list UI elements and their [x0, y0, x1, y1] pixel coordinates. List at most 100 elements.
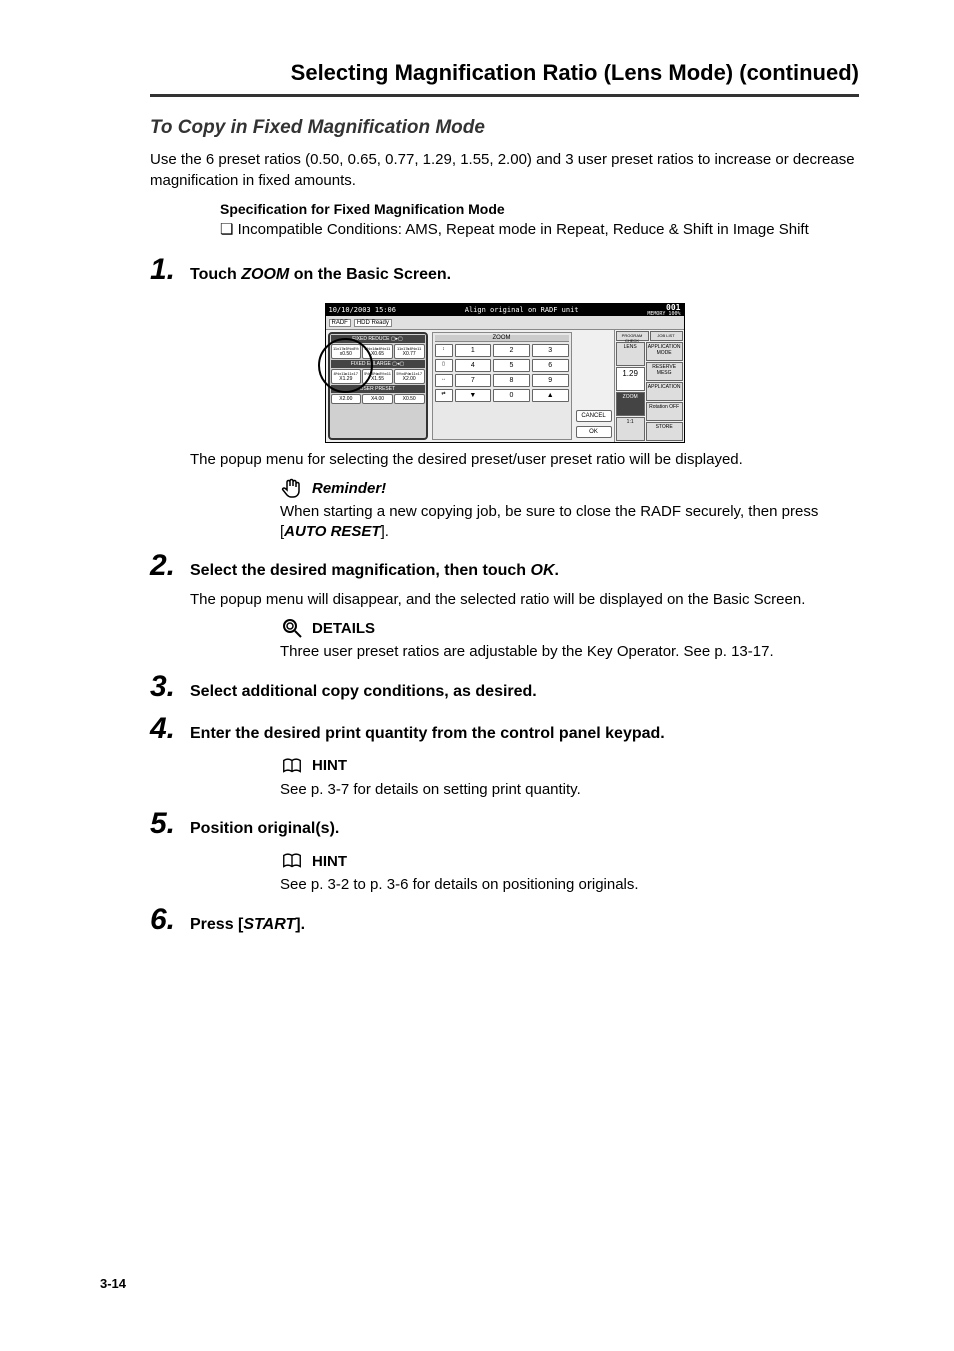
- step-text-post: .: [555, 562, 559, 579]
- step-4: 4. Enter the desired print quantity from…: [150, 712, 859, 746]
- page-number: 3-14: [100, 1276, 126, 1291]
- details-callout: DETAILS Three user preset ratios are adj…: [280, 616, 859, 662]
- step-1: 1. Touch ZOOM on the Basic Screen.: [150, 253, 859, 287]
- link-toggle-icon[interactable]: ⇄: [435, 389, 453, 402]
- step-5: 5. Position original(s).: [150, 807, 859, 841]
- step-text: Enter the desired print quantity from th…: [190, 725, 665, 743]
- horiz-toggle-icon[interactable]: ↔: [435, 374, 453, 387]
- fixed-reduce-title: FIXED REDUCE ▢▸▢: [331, 335, 425, 343]
- key-7[interactable]: 7: [455, 374, 492, 387]
- job-list-tab[interactable]: JOB LIST: [650, 331, 683, 341]
- key-9[interactable]: 9: [532, 374, 569, 387]
- value: x0.50: [332, 351, 361, 357]
- step-number: 1.: [150, 253, 190, 287]
- hint-text: See p. 3-2 to p. 3-6 for details on posi…: [280, 875, 859, 895]
- step-number: 2.: [150, 549, 190, 583]
- section-subtitle: To Copy in Fixed Magnification Mode: [150, 117, 859, 139]
- reminder-title: Reminder!: [312, 480, 386, 497]
- key-up[interactable]: ▲: [532, 389, 569, 402]
- step-text-em: ZOOM: [241, 266, 289, 283]
- reduce-preset-1[interactable]: 11x17▸5½x8½x0.50: [331, 344, 362, 359]
- user-preset-3[interactable]: X0.50: [394, 394, 425, 404]
- key-3[interactable]: 3: [532, 344, 569, 357]
- step-number: 3.: [150, 670, 190, 704]
- step-number: 6.: [150, 903, 190, 937]
- hint-title: HINT: [312, 853, 347, 870]
- user-preset-title: USER PRESET: [331, 385, 425, 393]
- book-icon: [280, 754, 304, 778]
- ratio-preset-panel: FIXED REDUCE ▢▸▢ 11x17▸5½x8½x0.50 8½x14▸…: [328, 332, 428, 440]
- reminder-text-em: AUTO RESET: [284, 523, 380, 540]
- details-text: Three user preset ratios are adjustable …: [280, 642, 859, 662]
- key-8[interactable]: 8: [493, 374, 530, 387]
- step-2: 2. Select the desired magnification, the…: [150, 549, 859, 583]
- hint-title: HINT: [312, 757, 347, 774]
- key-0[interactable]: 0: [493, 389, 530, 402]
- value: X1.55: [363, 376, 392, 382]
- enlarge-preset-1[interactable]: 8½x11▸11x17X1.29: [331, 369, 362, 384]
- program-check-tab[interactable]: PROGRAM CHECK: [616, 331, 649, 341]
- ok-button[interactable]: OK: [576, 426, 612, 438]
- fixed-enlarge-title: FIXED ENLARGE ▢◂▢: [331, 360, 425, 368]
- cancel-button[interactable]: CANCEL: [576, 410, 612, 422]
- radf-status: RADF: [329, 319, 351, 327]
- step-text: Select the desired magnification, then t…: [190, 562, 559, 580]
- step-1-note: The popup menu for selecting the desired…: [190, 451, 859, 468]
- status-message: Align original on RADF unit: [465, 306, 579, 314]
- enlarge-preset-3[interactable]: 5½x8½▸11x17X2.00: [394, 369, 425, 384]
- key-5[interactable]: 5: [493, 359, 530, 372]
- zoom-mode-button[interactable]: ZOOM: [616, 392, 645, 416]
- user-preset-1[interactable]: X2.00: [331, 394, 362, 404]
- key-2[interactable]: 2: [493, 344, 530, 357]
- specification-block: Specification for Fixed Magnification Mo…: [220, 201, 859, 238]
- step-6: 6. Press [START].: [150, 903, 859, 937]
- copier-screen-figure: 10/10/2003 15:06 Align original on RADF …: [325, 303, 685, 443]
- details-title: DETAILS: [312, 620, 375, 637]
- reduce-preset-2[interactable]: 8½x14▸8½x11X0.65: [362, 344, 393, 359]
- zoom-keypad-panel: ZOOM ↕ 1 2 3 ▯ 4 5 6 ↔ 7 8 9 ⇄ ▼ 0: [432, 332, 572, 440]
- hint-text: See p. 3-7 for details on setting print …: [280, 780, 859, 800]
- hdd-status: HDD Ready: [354, 319, 392, 327]
- vert-toggle-icon[interactable]: ↕: [435, 344, 453, 357]
- app-mode-button[interactable]: APPLICATION MODE: [646, 342, 683, 361]
- step-text: Position original(s).: [190, 820, 339, 838]
- spec-title: Specification for Fixed Magnification Mo…: [220, 201, 859, 217]
- key-4[interactable]: 4: [455, 359, 492, 372]
- rotation-button[interactable]: Rotation OFF: [646, 402, 683, 421]
- step-text: Press [START].: [190, 916, 305, 934]
- step-text-em: OK: [531, 562, 555, 579]
- step-number: 5.: [150, 807, 190, 841]
- spec-conditions: ❏ Incompatible Conditions: AMS, Repeat m…: [220, 220, 859, 238]
- key-1[interactable]: 1: [455, 344, 492, 357]
- reduce-preset-3[interactable]: 11x17▸8½x11X0.77: [394, 344, 425, 359]
- one-to-one-button[interactable]: 1:1: [616, 417, 645, 441]
- key-6[interactable]: 6: [532, 359, 569, 372]
- page-fit-icon[interactable]: ▯: [435, 359, 453, 372]
- intro-paragraph: Use the 6 preset ratios (0.50, 0.65, 0.7…: [150, 149, 859, 191]
- step-text-pre: Press [: [190, 916, 243, 933]
- enlarge-preset-2[interactable]: 5½x8½▸8½x11X1.55: [362, 369, 393, 384]
- reminder-text-post: ].: [381, 523, 389, 540]
- user-preset-2[interactable]: X4.00: [362, 394, 393, 404]
- magnifier-icon: [280, 616, 304, 640]
- step-number: 4.: [150, 712, 190, 746]
- value: X0.77: [395, 351, 424, 357]
- step-text-pre: Select the desired magnification, then t…: [190, 562, 531, 579]
- book-icon: [280, 849, 304, 873]
- hint-5-callout: HINT See p. 3-2 to p. 3-6 for details on…: [280, 849, 859, 895]
- lens-label: LENS: [616, 342, 645, 366]
- value: X1.29: [332, 376, 361, 382]
- step-text: Touch ZOOM on the Basic Screen.: [190, 266, 451, 284]
- step-3: 3. Select additional copy conditions, as…: [150, 670, 859, 704]
- step-text-em: START: [243, 916, 295, 933]
- key-down[interactable]: ▼: [455, 389, 492, 402]
- application-button[interactable]: APPLICATION: [646, 382, 683, 401]
- step-text-pre: Touch: [190, 266, 241, 283]
- reserve-button[interactable]: RESERVE MESG: [646, 362, 683, 381]
- value: X2.00: [395, 376, 424, 382]
- step-text-post: ].: [295, 916, 305, 933]
- zoom-title: ZOOM: [435, 335, 569, 342]
- store-button[interactable]: STORE: [646, 422, 683, 441]
- side-panel: PROGRAM CHECK JOB LIST LENS 1.29 ZOOM 1:…: [614, 330, 684, 442]
- datetime: 10/10/2003 15:06: [329, 306, 396, 314]
